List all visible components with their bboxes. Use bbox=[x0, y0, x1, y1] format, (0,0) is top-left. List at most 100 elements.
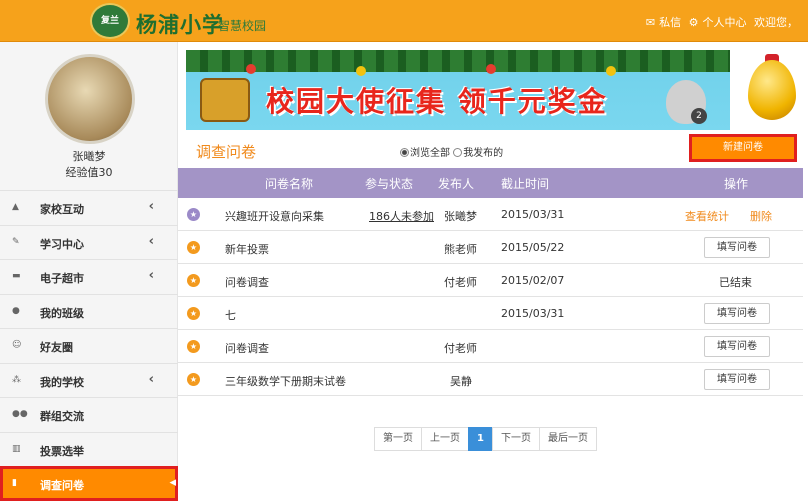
mail-icon: ✉ bbox=[645, 16, 656, 29]
sidebar-menu: ▲ 家校互动 ‹ ✎ 学习中心 ‹ ▬ 电子超市 ‹ ● 我的班级 ☺ 好友圈 … bbox=[0, 190, 178, 501]
school-subtitle: 智慧校园 bbox=[218, 19, 267, 33]
new-survey-button[interactable]: 新建问卷 bbox=[689, 134, 797, 162]
sidebar-item-my-school[interactable]: ⁂ 我的学校 ‹ bbox=[0, 362, 178, 398]
sidebar-item-home-school[interactable]: ▲ 家校互动 ‹ bbox=[0, 190, 178, 225]
avatar[interactable] bbox=[45, 54, 135, 144]
gear-icon: ⚙ bbox=[688, 16, 699, 29]
survey-name[interactable]: 新年投票 bbox=[225, 241, 269, 257]
sidebar-item-label: 我的学校 bbox=[40, 375, 84, 389]
edit-icon: ✎ bbox=[12, 236, 20, 247]
delete-link[interactable]: 删除 bbox=[750, 208, 772, 224]
fill-survey-button[interactable]: 填写问卷 bbox=[704, 237, 770, 258]
star-icon: ★ bbox=[187, 208, 200, 221]
survey-name[interactable]: 三年级数学下册期末试卷 bbox=[225, 373, 346, 389]
promo-banner[interactable]: 校园大使征集 领千元奖金 2 bbox=[186, 50, 730, 130]
cart-icon: ▬ bbox=[12, 271, 21, 281]
messages-link[interactable]: 私信 bbox=[659, 16, 681, 29]
fill-survey-button[interactable]: 填写问卷 bbox=[704, 303, 770, 324]
last-page-button[interactable]: 最后一页 bbox=[538, 427, 597, 451]
filter-all-label[interactable]: 浏览全部 bbox=[410, 148, 450, 159]
pagination: 第一页 上一页 1 下一页 最后一页 bbox=[374, 427, 597, 451]
filter-mine-label[interactable]: 我发布的 bbox=[463, 148, 503, 159]
page-title: 调查问卷 bbox=[196, 143, 257, 161]
table-row: ★ 问卷调查 付老师 2015/02/07 已结束 bbox=[178, 264, 803, 297]
sidebar-item-label: 群组交流 bbox=[40, 410, 84, 423]
table-row: ★ 兴趣班开设意向采集 186人未参加 张曦梦 2015/03/31 查看统计 … bbox=[178, 198, 803, 231]
participation-status[interactable]: 186人未参加 bbox=[369, 208, 434, 224]
school-name: 杨浦小学 bbox=[136, 12, 224, 37]
col-header-status: 参与状态 bbox=[365, 177, 414, 191]
home-icon: ▲ bbox=[12, 202, 19, 212]
col-header-deadline: 截止时间 bbox=[501, 177, 550, 191]
sidebar-item-voting[interactable]: ▥ 投票选举 bbox=[0, 431, 178, 467]
deadline: 2015/05/22 bbox=[501, 241, 565, 254]
sidebar-item-learning[interactable]: ✎ 学习中心 ‹ bbox=[0, 224, 178, 260]
sidebar-item-my-class[interactable]: ● 我的班级 bbox=[0, 293, 178, 329]
smile-icon: ☺ bbox=[12, 340, 22, 350]
publisher: 付老师 bbox=[444, 342, 477, 355]
user-exp: 经验值30 bbox=[65, 166, 113, 179]
publisher: 吴静 bbox=[450, 375, 472, 388]
caret-left-icon: ◂ bbox=[169, 475, 176, 490]
banner-badge: 2 bbox=[691, 108, 707, 124]
view-stats-link[interactable]: 查看统计 bbox=[685, 208, 729, 224]
user-name: 张曦梦 bbox=[72, 150, 106, 163]
welcome-text: 欢迎您， bbox=[754, 16, 798, 29]
chevron-left-icon: ‹ bbox=[148, 233, 154, 249]
group-icon: ●● bbox=[12, 409, 28, 419]
survey-name[interactable]: 问卷调查 bbox=[225, 274, 269, 290]
table-row: ★ 三年级数学下册期末试卷 吴静 填写问卷 bbox=[178, 363, 803, 396]
next-page-button[interactable]: 下一页 bbox=[491, 427, 540, 451]
sidebar-item-label: 学习中心 bbox=[40, 237, 84, 251]
sidebar-item-friends[interactable]: ☺ 好友圈 bbox=[0, 328, 178, 363]
col-header-name: 问卷名称 bbox=[265, 177, 314, 191]
file-icon: ▮ bbox=[12, 478, 17, 488]
publisher: 熊老师 bbox=[444, 243, 477, 256]
sidebar-item-survey[interactable]: ▮ 调查问卷 ◂ bbox=[0, 466, 178, 501]
filter-mine-radio[interactable] bbox=[453, 148, 463, 157]
filter-all-radio[interactable] bbox=[400, 148, 409, 157]
sitemap-icon: ⁂ bbox=[12, 374, 21, 385]
fill-survey-button[interactable]: 填写问卷 bbox=[704, 336, 770, 357]
sidebar-item-store[interactable]: ▬ 电子超市 ‹ bbox=[0, 259, 178, 294]
filter-group: 浏览全部 我发布的 bbox=[400, 144, 503, 159]
ornament-icon bbox=[246, 64, 256, 74]
publisher: 付老师 bbox=[444, 276, 477, 289]
sidebar-item-label: 电子超市 bbox=[40, 272, 84, 285]
top-navbar: 复兰 杨浦小学 智慧校园 ✉ 私信 ⚙ 个人中心 欢迎您， bbox=[0, 0, 808, 42]
treasure-chest-icon bbox=[200, 78, 250, 122]
table-row: ★ 问卷调查 付老师 填写问卷 bbox=[178, 330, 803, 363]
sidebar-item-label: 好友圈 bbox=[40, 341, 73, 354]
chevron-left-icon: ‹ bbox=[148, 268, 154, 283]
col-header-publisher: 发布人 bbox=[438, 177, 475, 191]
deadline: 2015/03/31 bbox=[501, 208, 565, 221]
survey-name[interactable]: 问卷调查 bbox=[225, 340, 269, 356]
ended-status: 已结束 bbox=[719, 276, 752, 289]
star-icon: ★ bbox=[187, 274, 200, 287]
user-icon: ● bbox=[12, 305, 20, 316]
ornament-icon bbox=[356, 66, 366, 76]
ornament-icon bbox=[606, 66, 616, 76]
sidebar: 张曦梦 经验值30 ▲ 家校互动 ‹ ✎ 学习中心 ‹ ▬ 电子超市 ‹ ● 我… bbox=[0, 42, 178, 501]
current-page-button[interactable]: 1 bbox=[468, 427, 493, 451]
deadline: 2015/02/07 bbox=[501, 274, 565, 287]
school-logo[interactable]: 复兰 bbox=[90, 3, 130, 39]
first-page-button[interactable]: 第一页 bbox=[374, 427, 422, 451]
profile-link[interactable]: 个人中心 bbox=[703, 16, 747, 29]
survey-name[interactable]: 七 bbox=[225, 307, 236, 323]
sidebar-item-label: 投票选举 bbox=[40, 444, 84, 458]
star-icon: ★ bbox=[187, 307, 200, 320]
garland-decoration bbox=[186, 50, 730, 72]
col-header-actions: 操作 bbox=[724, 177, 749, 191]
golden-egg-icon[interactable] bbox=[748, 60, 796, 120]
fill-survey-button[interactable]: 填写问卷 bbox=[704, 369, 770, 390]
survey-name[interactable]: 兴趣班开设意向采集 bbox=[225, 208, 324, 224]
prev-page-button[interactable]: 上一页 bbox=[421, 427, 469, 451]
user-links: ✉ 私信 ⚙ 个人中心 欢迎您， bbox=[642, 14, 798, 30]
sidebar-item-label: 家校互动 bbox=[40, 203, 84, 216]
deadline: 2015/03/31 bbox=[501, 307, 565, 320]
table-header: 问卷名称 参与状态 发布人 截止时间 操作 bbox=[178, 168, 803, 198]
sidebar-item-groups[interactable]: ●● 群组交流 bbox=[0, 397, 178, 432]
star-icon: ★ bbox=[187, 373, 200, 386]
publisher: 张曦梦 bbox=[444, 210, 477, 223]
